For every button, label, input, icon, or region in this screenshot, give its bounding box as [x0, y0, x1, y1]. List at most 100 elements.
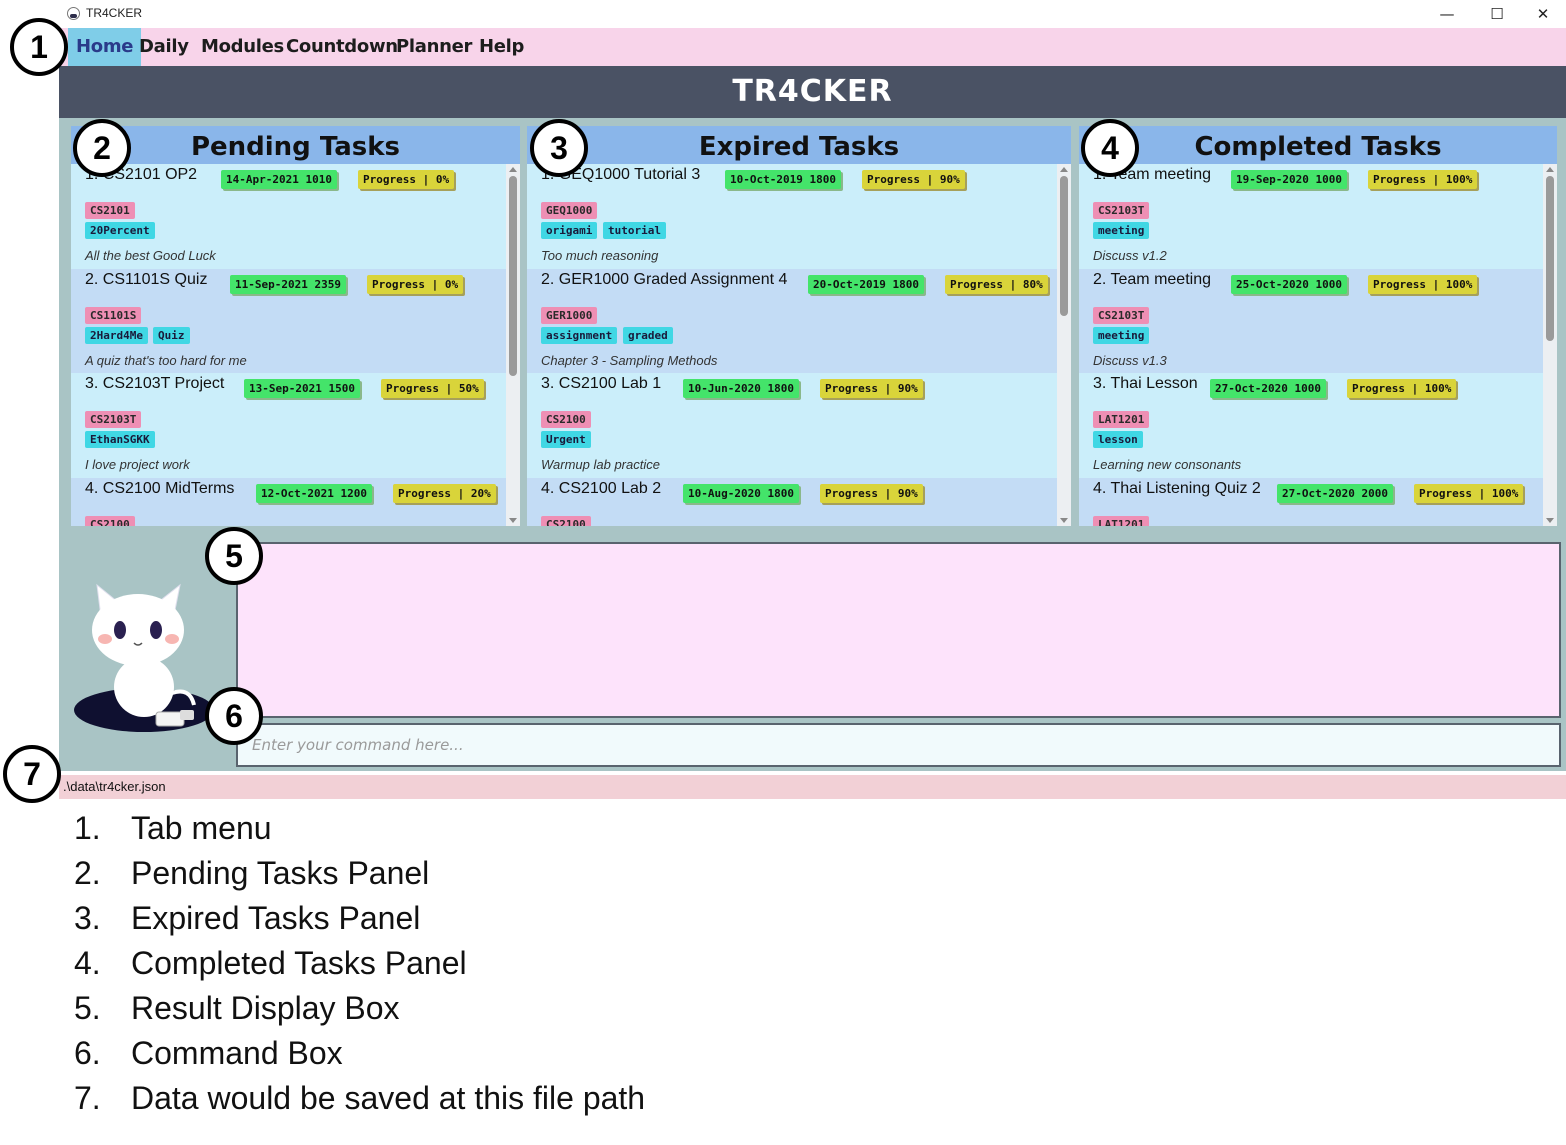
window-titlebar: TR4CKER — ☐ ✕ [59, 0, 1566, 28]
task-description: Discuss v1.3 [1093, 352, 1167, 368]
module-tag: CS2100 [541, 515, 591, 526]
maximize-icon[interactable]: ☐ [1486, 3, 1508, 25]
scroll-down-icon[interactable] [1060, 518, 1068, 523]
progress-tag: Progress | 80% [945, 274, 1048, 294]
scroll-down-icon[interactable] [509, 518, 517, 523]
tab-daily[interactable]: Daily [131, 28, 197, 66]
progress-tag: Progress | 20% [393, 483, 496, 503]
task-title: 3. Thai Lesson [1093, 375, 1198, 392]
expired-task-list[interactable]: 1. GEQ1000 Tutorial 3 10-Oct-2019 1800 P… [527, 164, 1057, 526]
completed-scrollbar[interactable] [1543, 164, 1557, 526]
task-tag: Urgent [541, 431, 591, 448]
progress-tag: Progress | 90% [862, 170, 965, 189]
task-description: I love project work [85, 457, 190, 472]
callout-marker: 4 [1081, 119, 1139, 177]
task-card[interactable]: 2. CS1101S Quiz 11-Sep-2021 2359 Progres… [71, 268, 506, 373]
callout-marker: 6 [205, 687, 263, 745]
task-tag: 20Percent [85, 222, 155, 239]
task-card[interactable]: 2. GER1000 Graded Assignment 4 20-Oct-20… [527, 268, 1057, 373]
task-tag: Quiz [153, 326, 190, 344]
task-tag: meeting [1093, 326, 1150, 344]
module-tag: CS2100 [541, 411, 591, 428]
task-title: 3. CS2103T Project [85, 375, 225, 392]
task-title: 2. Team meeting [1093, 270, 1211, 288]
task-card[interactable]: 3. Thai Lesson 27-Oct-2020 1000 Progress… [1079, 373, 1543, 478]
module-tag: GEQ1000 [541, 202, 598, 219]
progress-tag: Progress | 0% [367, 274, 464, 294]
scroll-thumb[interactable] [509, 176, 517, 376]
module-tag: LAT1201 [1093, 515, 1150, 526]
scroll-thumb[interactable] [1546, 176, 1554, 341]
legend-item: 2. Pending Tasks Panel [74, 855, 430, 891]
cat-mascot-icon [74, 583, 214, 732]
scroll-up-icon[interactable] [1546, 167, 1554, 172]
tab-countdown[interactable]: Countdown [278, 28, 406, 66]
module-tag: LAT1201 [1093, 411, 1150, 428]
pending-tasks-title: Pending Tasks [71, 126, 520, 164]
task-card[interactable]: 4. Thai Listening Quiz 2 27-Oct-2020 200… [1079, 477, 1543, 526]
task-tag: origami [541, 222, 598, 239]
module-tag: CS2103T [1093, 202, 1150, 219]
task-card[interactable]: 1. GEQ1000 Tutorial 3 10-Oct-2019 1800 P… [527, 164, 1057, 269]
pending-scrollbar[interactable] [506, 164, 520, 526]
deadline-tag: 10-Oct-2019 1800 [725, 170, 841, 189]
close-icon[interactable]: ✕ [1532, 3, 1554, 25]
task-tag: 2Hard4Me [85, 326, 148, 344]
scroll-down-icon[interactable] [1546, 518, 1554, 523]
minimize-icon[interactable]: — [1436, 3, 1458, 25]
task-card[interactable]: 1. Team meeting 19-Sep-2020 1000 Progres… [1079, 164, 1543, 269]
expired-tasks-panel: Expired Tasks 1. GEQ1000 Tutorial 3 10-O… [527, 126, 1071, 526]
task-title: 4. Thai Listening Quiz 2 [1093, 479, 1261, 497]
legend-item: 3. Expired Tasks Panel [74, 900, 421, 936]
completed-task-list[interactable]: 1. Team meeting 19-Sep-2020 1000 Progres… [1079, 164, 1543, 526]
task-card[interactable]: 3. CS2103T Project 13-Sep-2021 1500 Prog… [71, 373, 506, 478]
task-tag: graded [623, 326, 673, 344]
deadline-tag: 10-Aug-2020 1800 [683, 483, 799, 503]
task-title: 2. CS1101S Quiz [85, 270, 208, 288]
deadline-tag: 14-Apr-2021 1010 [221, 170, 337, 189]
task-card[interactable]: 3. CS2100 Lab 1 10-Jun-2020 1800 Progres… [527, 373, 1057, 478]
scroll-up-icon[interactable] [1060, 167, 1068, 172]
progress-tag: Progress | 90% [820, 379, 923, 398]
progress-tag: Progress | 100% [1414, 483, 1524, 503]
task-description: All the best Good Luck [85, 248, 216, 263]
scroll-thumb[interactable] [1060, 176, 1068, 316]
deadline-tag: 12-Oct-2021 1200 [256, 483, 372, 503]
app-logo-icon [67, 7, 80, 20]
deadline-tag: 10-Jun-2020 1800 [683, 379, 799, 398]
legend-item: 7. Data would be saved at this file path [74, 1080, 646, 1116]
callout-marker: 5 [205, 527, 263, 585]
tab-menu: Home Daily Modules Countdown Planner Hel… [59, 28, 1566, 66]
deadline-tag: 19-Sep-2020 1000 [1231, 170, 1347, 189]
task-title: 4. CS2100 MidTerms [85, 479, 235, 497]
callout-marker: 1 [10, 18, 68, 76]
task-description: Chapter 3 - Sampling Methods [541, 352, 718, 368]
command-input[interactable] [236, 723, 1561, 767]
task-title: 2. GER1000 Graded Assignment 4 [541, 270, 788, 288]
task-card[interactable]: 1. CS2101 OP2 14-Apr-2021 1010 Progress … [71, 164, 506, 269]
task-card[interactable]: 2. Team meeting 25-Oct-2020 1000 Progres… [1079, 268, 1543, 373]
task-tag: meeting [1093, 222, 1150, 239]
module-tag: CS2103T [85, 411, 142, 428]
tab-help[interactable]: Help [471, 28, 532, 66]
window-title: TR4CKER [86, 6, 143, 20]
scroll-up-icon[interactable] [509, 167, 517, 172]
module-tag: CS2101 [85, 202, 135, 219]
module-tag: CS2103T [1093, 306, 1150, 324]
result-display-box [236, 542, 1561, 718]
legend-item: 6. Command Box [74, 1035, 343, 1071]
task-card[interactable]: 4. CS2100 MidTerms 12-Oct-2021 1200 Prog… [71, 477, 506, 526]
tab-planner[interactable]: Planner [388, 28, 480, 66]
expired-scrollbar[interactable] [1057, 164, 1071, 526]
deadline-tag: 20-Oct-2019 1800 [808, 274, 924, 294]
task-title: 3. CS2100 Lab 1 [541, 375, 662, 392]
progress-tag: Progress | 0% [358, 170, 455, 189]
completed-tasks-title: Completed Tasks [1079, 126, 1557, 164]
task-tag: tutorial [603, 222, 666, 239]
task-card[interactable]: 4. CS2100 Lab 2 10-Aug-2020 1800 Progres… [527, 477, 1057, 526]
deadline-tag: 27-Oct-2020 1000 [1210, 379, 1326, 398]
task-tag: assignment [541, 326, 618, 344]
progress-tag: Progress | 100% [1368, 170, 1478, 189]
pending-task-list[interactable]: 1. CS2101 OP2 14-Apr-2021 1010 Progress … [71, 164, 506, 526]
deadline-tag: 25-Oct-2020 1000 [1231, 274, 1347, 294]
